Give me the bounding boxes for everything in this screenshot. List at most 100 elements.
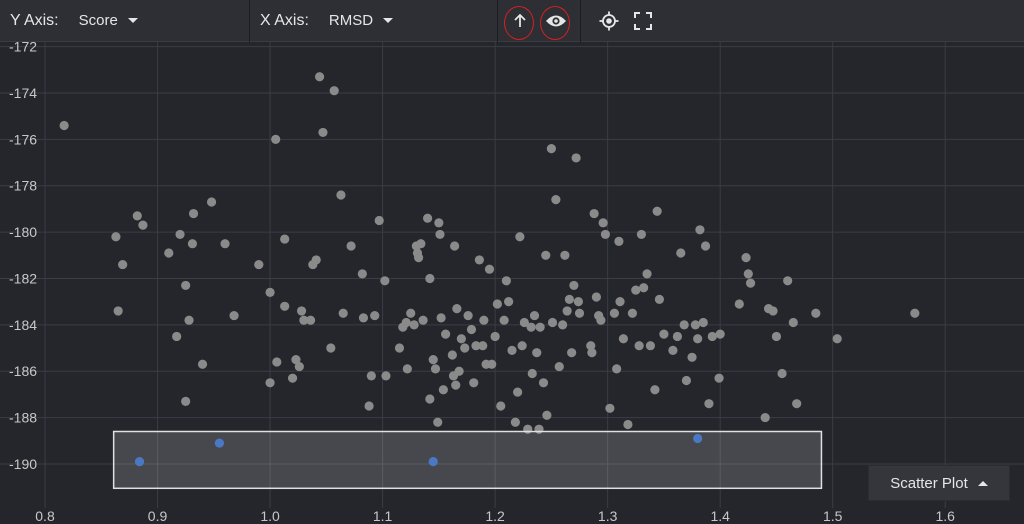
data-point[interactable] (454, 366, 464, 376)
data-point[interactable] (704, 399, 714, 409)
data-point[interactable] (698, 317, 708, 328)
data-point[interactable] (132, 211, 142, 221)
data-point[interactable] (287, 373, 298, 383)
data-point[interactable] (690, 320, 701, 330)
data-point[interactable] (672, 331, 683, 342)
data-point[interactable] (366, 371, 376, 381)
data-point[interactable] (501, 276, 511, 286)
data-point[interactable] (526, 322, 536, 332)
data-point[interactable] (434, 218, 444, 228)
data-point[interactable] (538, 378, 549, 388)
data-point[interactable] (532, 348, 542, 358)
data-point[interactable] (631, 285, 641, 295)
data-point[interactable] (496, 401, 506, 411)
data-point[interactable] (490, 331, 500, 342)
data-point[interactable] (296, 306, 307, 316)
data-point[interactable] (479, 315, 489, 325)
scatter-plot[interactable]: 0.8 0.9 1.0 1.1 1.2 1.3 1.4 1.5 1.6 -172 -174 -176 -… (0, 0, 1024, 524)
data-point[interactable] (409, 320, 419, 330)
selected-data-point[interactable] (134, 457, 145, 467)
data-point[interactable] (623, 419, 633, 430)
data-point[interactable] (535, 322, 545, 332)
data-point[interactable] (118, 259, 128, 270)
data-point[interactable] (265, 287, 275, 297)
data-point[interactable] (452, 304, 462, 314)
data-point[interactable] (513, 387, 523, 397)
data-point[interactable] (436, 313, 446, 323)
data-point[interactable] (596, 315, 606, 325)
data-point[interactable] (466, 324, 477, 335)
data-point[interactable] (707, 331, 717, 342)
data-point[interactable] (609, 308, 620, 318)
data-point[interactable] (695, 225, 705, 235)
data-point[interactable] (184, 315, 194, 325)
data-point[interactable] (469, 378, 479, 388)
data-point[interactable] (734, 299, 744, 309)
data-point[interactable] (547, 317, 558, 328)
selected-data-point[interactable] (428, 457, 438, 467)
data-point[interactable] (654, 294, 665, 304)
data-point[interactable] (636, 229, 647, 240)
data-point[interactable] (612, 364, 622, 374)
data-point[interactable] (554, 361, 564, 372)
data-point[interactable] (634, 341, 644, 351)
data-point[interactable] (639, 283, 649, 293)
data-point[interactable] (574, 308, 585, 318)
data-point[interactable] (463, 310, 473, 321)
data-point[interactable] (679, 320, 689, 330)
data-point[interactable] (832, 334, 842, 344)
data-point[interactable] (346, 241, 356, 251)
data-point[interactable] (394, 343, 405, 353)
data-point[interactable] (447, 350, 457, 360)
data-point[interactable] (571, 153, 581, 163)
data-point[interactable] (478, 341, 488, 351)
data-point[interactable] (474, 255, 484, 265)
data-point[interactable] (714, 373, 724, 383)
data-point[interactable] (659, 329, 669, 339)
data-point[interactable] (175, 229, 185, 240)
data-point[interactable] (314, 72, 325, 82)
data-point[interactable] (197, 359, 208, 369)
data-point[interactable] (164, 248, 174, 258)
data-point[interactable] (652, 206, 662, 216)
data-point[interactable] (910, 308, 920, 318)
data-point[interactable] (700, 241, 711, 251)
data-point[interactable] (546, 144, 556, 154)
data-point[interactable] (591, 292, 601, 302)
data-point[interactable] (642, 269, 652, 279)
data-point[interactable] (771, 331, 782, 342)
data-point[interactable] (416, 239, 426, 249)
data-point[interactable] (374, 215, 384, 226)
data-point[interactable] (111, 232, 121, 242)
data-point[interactable] (687, 352, 697, 362)
data-point[interactable] (450, 241, 460, 251)
data-point[interactable] (318, 127, 328, 138)
data-point[interactable] (401, 317, 411, 328)
data-point[interactable] (423, 213, 433, 223)
data-point[interactable] (788, 317, 798, 328)
data-point[interactable] (271, 134, 281, 144)
data-point[interactable] (573, 297, 583, 307)
data-point[interactable] (600, 229, 610, 240)
data-point[interactable] (768, 306, 778, 316)
data-point[interactable] (406, 308, 416, 318)
data-point[interactable] (605, 403, 615, 413)
data-point[interactable] (542, 410, 552, 420)
data-point[interactable] (294, 361, 304, 372)
data-point[interactable] (507, 345, 517, 355)
data-point[interactable] (418, 315, 428, 325)
data-point[interactable] (172, 331, 182, 342)
data-point[interactable] (715, 329, 725, 339)
data-point[interactable] (510, 417, 520, 427)
data-point[interactable] (435, 229, 445, 240)
data-point[interactable] (484, 264, 495, 274)
data-point[interactable] (487, 359, 497, 369)
data-point[interactable] (551, 195, 561, 205)
data-point[interactable] (499, 315, 509, 325)
data-point[interactable] (430, 364, 441, 374)
data-point[interactable] (358, 313, 369, 323)
data-point[interactable] (305, 315, 316, 325)
data-point[interactable] (618, 334, 629, 344)
data-point[interactable] (564, 294, 574, 304)
data-point[interactable] (364, 401, 374, 411)
